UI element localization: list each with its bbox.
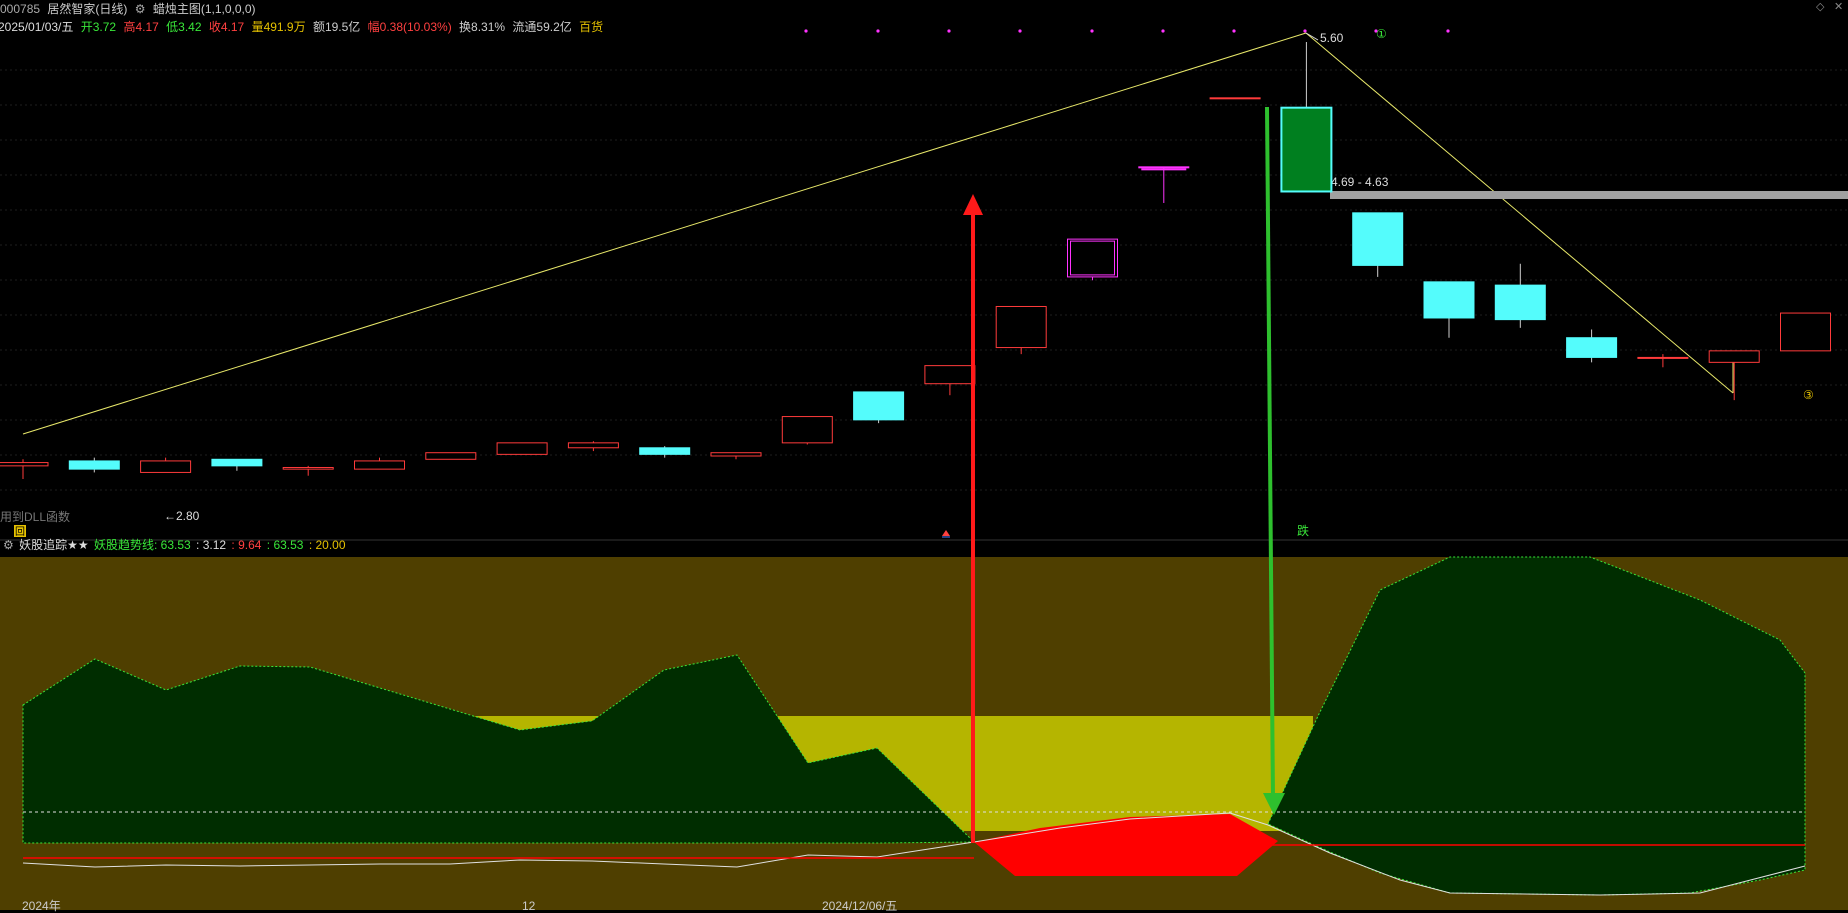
candle-body[interactable]	[1494, 284, 1546, 321]
candle-body[interactable]	[211, 458, 263, 467]
circle-marker-right: ③	[1803, 388, 1814, 402]
candle-body[interactable]	[1780, 312, 1831, 352]
candle-body[interactable]	[567, 442, 619, 449]
high-price-pointer	[1305, 32, 1319, 41]
gap-band	[1330, 191, 1848, 199]
high-price-label: 5.60	[1320, 31, 1344, 45]
candle-body[interactable]	[68, 460, 120, 470]
top-signal-dots	[804, 29, 1450, 33]
candle-body-inner	[1141, 168, 1187, 171]
candle-body[interactable]	[1423, 281, 1475, 319]
candle-body[interactable]	[1708, 350, 1760, 363]
candle-body[interactable]	[354, 460, 405, 470]
sub-value-4: : 20.00	[308, 538, 346, 552]
sub-value-1: : 3.12	[196, 538, 227, 552]
sub-value-2: : 9.64	[231, 538, 262, 552]
up-arrow-head	[963, 194, 983, 215]
candle-body[interactable]	[1138, 166, 1190, 169]
trend-line-value: 妖股趋势线: 63.53	[93, 538, 191, 552]
candle-body[interactable]	[1209, 97, 1261, 100]
circle-marker-top: ①	[1376, 27, 1387, 41]
drop-label: 跌	[1297, 523, 1309, 538]
sub-chart-legend: ⚙ 妖股追踪★★ 妖股趋势线: 63.53 : 3.12 : 9.64 : 63…	[0, 536, 348, 554]
uptrend-line	[22, 32, 1307, 435]
candle-body[interactable]	[140, 460, 192, 473]
time-axis-label-month: 12	[522, 899, 536, 913]
low-price-label: ←2.80	[164, 509, 200, 523]
candle-body[interactable]	[1067, 238, 1118, 278]
sub-settings-icon[interactable]: ⚙	[3, 538, 14, 552]
candle-body[interactable]	[924, 365, 976, 385]
time-axis-label-date: 2024/12/06/五	[822, 899, 898, 913]
price-grid	[0, 69, 1848, 491]
gap-label: 4.69 - 4.63	[1331, 175, 1389, 189]
time-axis-label-year: 2024年	[22, 899, 61, 913]
candle-body[interactable]	[710, 452, 762, 457]
candle-body[interactable]	[0, 462, 49, 467]
candle-body[interactable]	[853, 391, 905, 421]
candle-body[interactable]	[1352, 212, 1404, 266]
candlestick-series	[0, 41, 1831, 479]
small-buy-arrow	[942, 530, 950, 536]
candle-body[interactable]	[1280, 106, 1333, 193]
candle-body[interactable]	[639, 447, 691, 455]
candle-body[interactable]	[1637, 356, 1689, 359]
dll-label: 用到DLL函数	[0, 509, 70, 524]
candle-body[interactable]	[781, 416, 833, 444]
candle-body[interactable]	[496, 442, 548, 455]
sub-value-3: : 63.53	[266, 538, 304, 552]
candle-body[interactable]	[995, 305, 1047, 349]
candle-body[interactable]	[282, 466, 334, 470]
sub-indicator-name[interactable]: 妖股追踪★★	[19, 538, 89, 552]
candle-body[interactable]	[1566, 337, 1618, 358]
kline-chart[interactable]: 4.69 - 4.63 5.60 ① ③ ←2.80 用到DLL函数 回 跌	[0, 0, 1848, 910]
candle-body[interactable]	[425, 452, 477, 460]
